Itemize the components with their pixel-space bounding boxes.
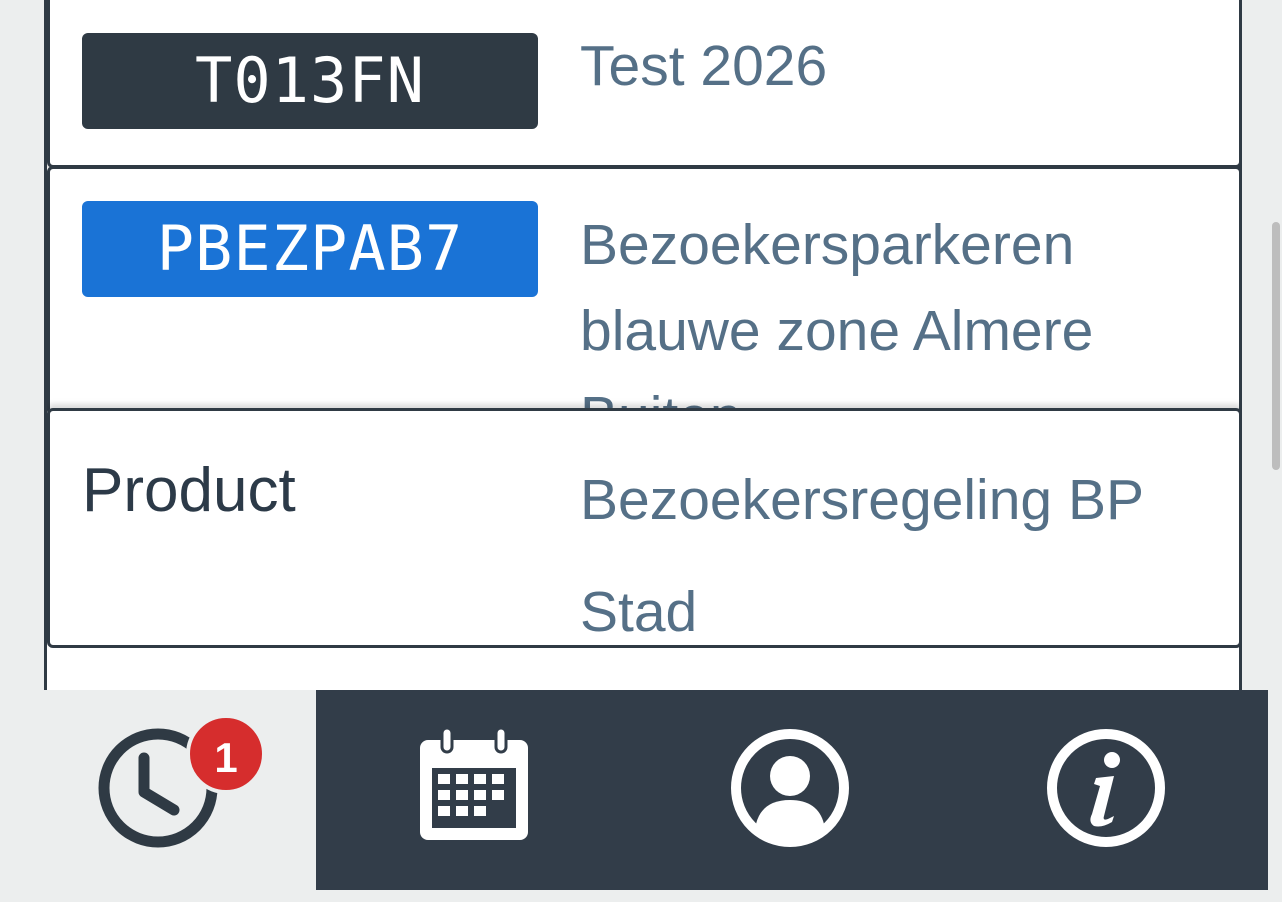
zone-name: Bezoekersparkeren blauwe zone Almere Bui… bbox=[580, 213, 1094, 413]
info-icon bbox=[1044, 726, 1168, 855]
license-plate: PBEZPAB7 bbox=[82, 201, 538, 297]
tab-calendar[interactable] bbox=[316, 690, 632, 890]
user-icon bbox=[728, 726, 852, 855]
tab-account[interactable] bbox=[632, 690, 948, 890]
product-value: Bezoekersregeling BP Stad bbox=[580, 468, 1143, 644]
parking-list[interactable]: T013FN Test 2026 PBEZPAB7 Bezoekersparke… bbox=[44, 0, 1242, 690]
calendar-icon bbox=[412, 726, 536, 855]
app-viewport: T013FN Test 2026 PBEZPAB7 Bezoekersparke… bbox=[0, 0, 1268, 890]
tab-history[interactable]: 1 bbox=[0, 690, 316, 890]
product-card[interactable]: Product Bezoekersregeling BP Stad bbox=[47, 408, 1239, 648]
license-plate: T013FN bbox=[82, 33, 538, 129]
tab-info[interactable] bbox=[948, 690, 1264, 890]
scrollbar[interactable] bbox=[1272, 222, 1280, 470]
bottom-tab-bar: 1 bbox=[0, 690, 1268, 890]
parking-card[interactable]: PBEZPAB7 Bezoekersparkeren blauwe zone A… bbox=[47, 166, 1239, 416]
zone-name: Test 2026 bbox=[580, 34, 828, 98]
product-label: Product bbox=[82, 456, 296, 525]
parking-card[interactable]: T013FN Test 2026 bbox=[47, 0, 1239, 168]
notification-badge: 1 bbox=[186, 714, 266, 794]
